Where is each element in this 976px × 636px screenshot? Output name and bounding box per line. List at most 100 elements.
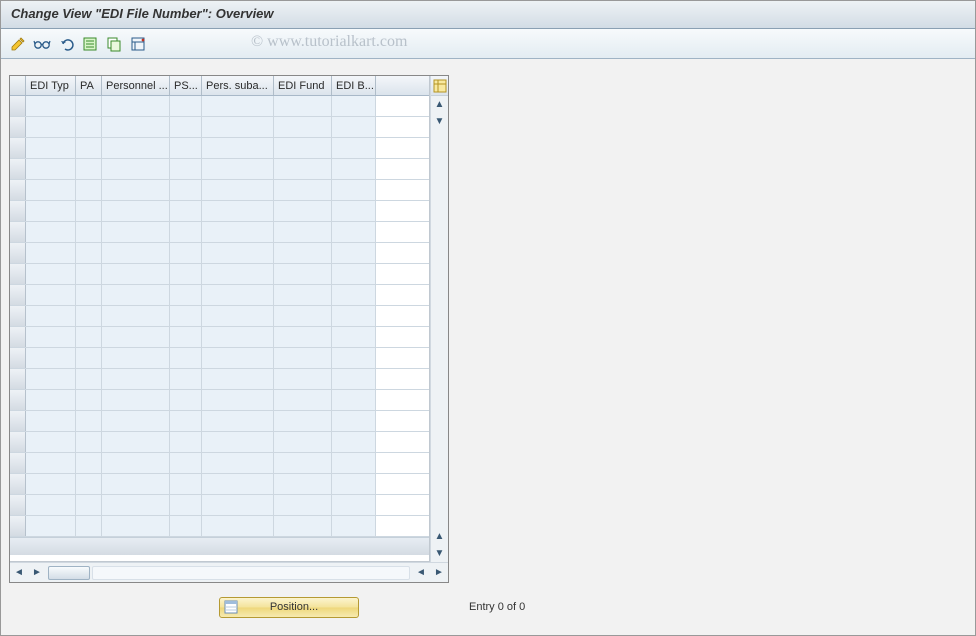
- cell[interactable]: [170, 327, 202, 347]
- row-selector[interactable]: [10, 201, 26, 221]
- cell[interactable]: [26, 159, 76, 179]
- cell[interactable]: [26, 222, 76, 242]
- table-settings-icon[interactable]: [431, 76, 448, 96]
- cell[interactable]: [170, 264, 202, 284]
- table-row[interactable]: [10, 495, 429, 516]
- row-selector[interactable]: [10, 516, 26, 536]
- cell[interactable]: [26, 432, 76, 452]
- cell[interactable]: [202, 516, 274, 536]
- cell[interactable]: [170, 453, 202, 473]
- table-row[interactable]: [10, 285, 429, 306]
- cell[interactable]: [274, 243, 332, 263]
- cell[interactable]: [26, 369, 76, 389]
- cell[interactable]: [332, 96, 376, 116]
- row-selector[interactable]: [10, 159, 26, 179]
- cell[interactable]: [76, 348, 102, 368]
- vscroll-track[interactable]: [431, 130, 448, 528]
- cell[interactable]: [26, 96, 76, 116]
- col-edi-fund[interactable]: EDI Fund: [274, 76, 332, 95]
- table-row[interactable]: [10, 264, 429, 285]
- cell[interactable]: [170, 243, 202, 263]
- table-row[interactable]: [10, 306, 429, 327]
- cell[interactable]: [274, 117, 332, 137]
- cell[interactable]: [274, 201, 332, 221]
- cell[interactable]: [102, 516, 170, 536]
- cell[interactable]: [76, 432, 102, 452]
- cell[interactable]: [202, 306, 274, 326]
- cell[interactable]: [102, 348, 170, 368]
- cell[interactable]: [332, 453, 376, 473]
- cell[interactable]: [26, 495, 76, 515]
- cell[interactable]: [274, 222, 332, 242]
- cell[interactable]: [202, 180, 274, 200]
- cell[interactable]: [274, 285, 332, 305]
- cell[interactable]: [170, 369, 202, 389]
- scroll-right-step-icon[interactable]: ►: [29, 565, 45, 581]
- cell[interactable]: [170, 306, 202, 326]
- cell[interactable]: [170, 411, 202, 431]
- cell[interactable]: [202, 453, 274, 473]
- cell[interactable]: [274, 453, 332, 473]
- cell[interactable]: [102, 264, 170, 284]
- cell[interactable]: [26, 453, 76, 473]
- cell[interactable]: [332, 390, 376, 410]
- scroll-down-icon[interactable]: ▼: [431, 113, 448, 130]
- row-selector[interactable]: [10, 390, 26, 410]
- new-entries-icon[interactable]: [79, 33, 101, 55]
- cell[interactable]: [332, 495, 376, 515]
- cell[interactable]: [26, 474, 76, 494]
- cell[interactable]: [26, 390, 76, 410]
- cell[interactable]: [76, 243, 102, 263]
- cell[interactable]: [332, 348, 376, 368]
- cell[interactable]: [332, 285, 376, 305]
- cell[interactable]: [274, 264, 332, 284]
- cell[interactable]: [202, 432, 274, 452]
- cell[interactable]: [170, 516, 202, 536]
- cell[interactable]: [26, 180, 76, 200]
- cell[interactable]: [76, 453, 102, 473]
- table-row[interactable]: [10, 453, 429, 474]
- table-row[interactable]: [10, 348, 429, 369]
- cell[interactable]: [102, 138, 170, 158]
- cell[interactable]: [274, 516, 332, 536]
- cell[interactable]: [102, 474, 170, 494]
- cell[interactable]: [76, 159, 102, 179]
- cell[interactable]: [202, 159, 274, 179]
- row-selector[interactable]: [10, 264, 26, 284]
- table-row[interactable]: [10, 432, 429, 453]
- cell[interactable]: [202, 138, 274, 158]
- cell[interactable]: [170, 348, 202, 368]
- cell[interactable]: [202, 264, 274, 284]
- row-selector[interactable]: [10, 243, 26, 263]
- row-selector[interactable]: [10, 411, 26, 431]
- table-row[interactable]: [10, 474, 429, 495]
- scroll-left-icon[interactable]: ◄: [11, 565, 27, 581]
- cell[interactable]: [76, 264, 102, 284]
- cell[interactable]: [102, 222, 170, 242]
- table-row[interactable]: [10, 222, 429, 243]
- row-selector[interactable]: [10, 453, 26, 473]
- cell[interactable]: [274, 348, 332, 368]
- cell[interactable]: [76, 474, 102, 494]
- cell[interactable]: [170, 138, 202, 158]
- row-select-header[interactable]: [10, 76, 26, 95]
- cell[interactable]: [202, 96, 274, 116]
- cell[interactable]: [274, 138, 332, 158]
- cell[interactable]: [332, 138, 376, 158]
- cell[interactable]: [332, 411, 376, 431]
- cell[interactable]: [26, 285, 76, 305]
- row-selector[interactable]: [10, 96, 26, 116]
- cell[interactable]: [26, 306, 76, 326]
- cell[interactable]: [202, 222, 274, 242]
- cell[interactable]: [332, 243, 376, 263]
- cell[interactable]: [274, 411, 332, 431]
- cell[interactable]: [26, 138, 76, 158]
- row-selector[interactable]: [10, 327, 26, 347]
- cell[interactable]: [202, 117, 274, 137]
- row-selector[interactable]: [10, 474, 26, 494]
- table-row[interactable]: [10, 180, 429, 201]
- cell[interactable]: [76, 516, 102, 536]
- cell[interactable]: [170, 432, 202, 452]
- cell[interactable]: [102, 495, 170, 515]
- position-button[interactable]: Position...: [219, 597, 359, 618]
